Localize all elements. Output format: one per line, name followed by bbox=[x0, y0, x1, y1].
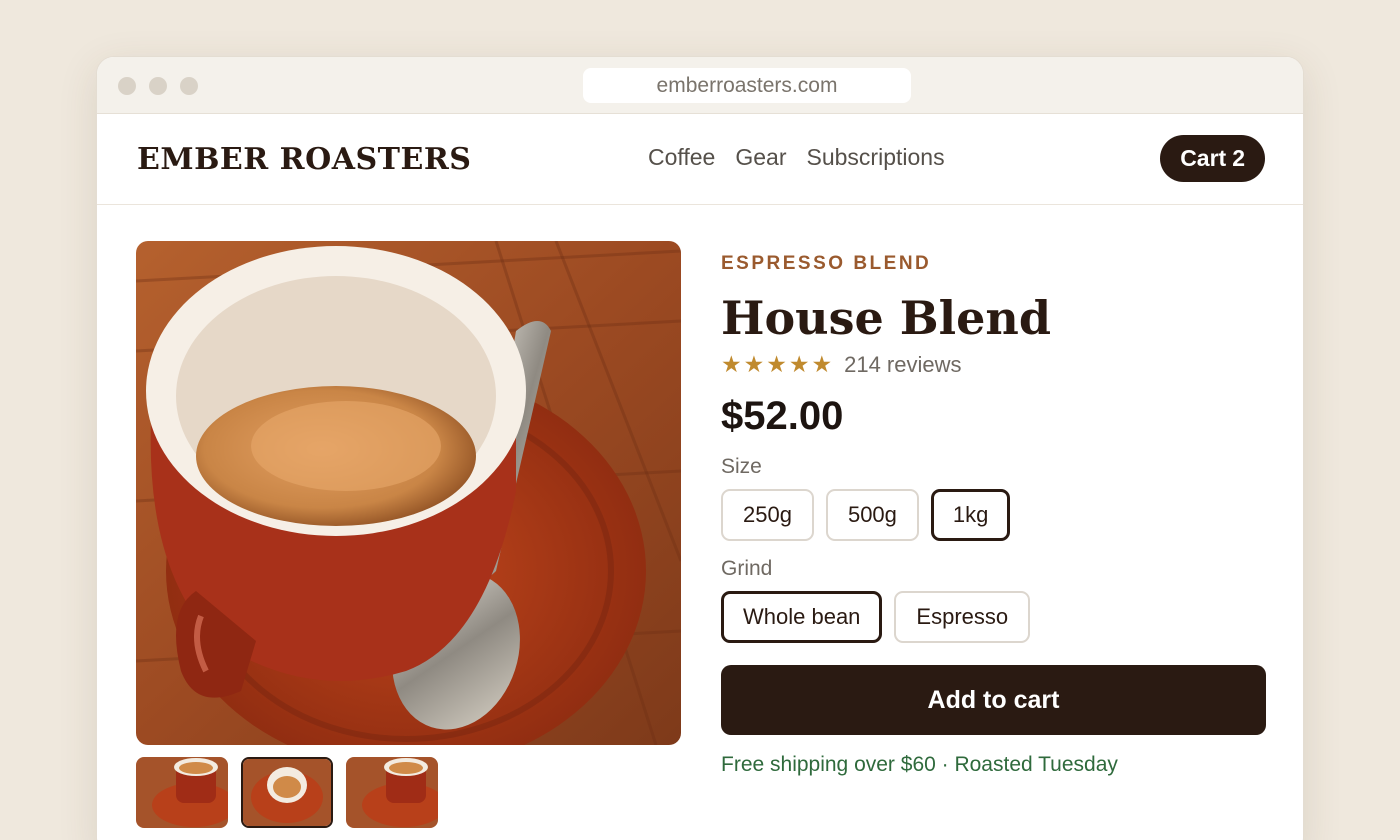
thumbnail-2[interactable] bbox=[241, 757, 333, 828]
cart-label: Cart bbox=[1180, 145, 1227, 171]
add-to-cart-button[interactable]: Add to cart bbox=[721, 665, 1266, 735]
window-maximize-dot[interactable] bbox=[180, 77, 198, 95]
size-option-500g[interactable]: 500g bbox=[825, 489, 919, 541]
reviews-link[interactable]: 214 reviews bbox=[844, 352, 961, 378]
main-nav: Coffee Gear Subscriptions bbox=[648, 144, 945, 171]
product-info: ESPRESSO BLEND House Blend ★★★★★ 214 rev… bbox=[721, 253, 1266, 777]
site-header: EMBER ROASTERS Coffee Gear Subscriptions… bbox=[97, 114, 1303, 205]
grind-options: Whole bean Espresso bbox=[721, 591, 1266, 643]
nav-coffee[interactable]: Coffee bbox=[648, 144, 715, 171]
browser-window: emberroasters.com EMBER ROASTERS Coffee … bbox=[96, 56, 1304, 840]
product-price: $52.00 bbox=[721, 394, 844, 438]
grind-option-espresso[interactable]: Espresso bbox=[894, 591, 1031, 643]
size-option-1kg[interactable]: 1kg bbox=[930, 489, 1011, 541]
window-close-dot[interactable] bbox=[118, 77, 136, 95]
thumbnail-1[interactable] bbox=[136, 757, 228, 828]
grind-option-whole-bean[interactable]: Whole bean bbox=[721, 591, 883, 643]
grind-label: Grind bbox=[721, 557, 773, 580]
size-label: Size bbox=[721, 455, 762, 478]
thumbnail-3[interactable] bbox=[346, 757, 438, 828]
thumbnail-strip bbox=[136, 757, 438, 828]
nav-subscriptions[interactable]: Subscriptions bbox=[807, 144, 945, 171]
size-options: 250g 500g 1kg bbox=[721, 489, 1266, 541]
espresso-thumb-image bbox=[346, 757, 438, 828]
nav-gear[interactable]: Gear bbox=[735, 144, 786, 171]
address-bar[interactable]: emberroasters.com bbox=[583, 68, 911, 103]
espresso-thumb-image bbox=[136, 757, 228, 828]
product-rating: ★★★★★ 214 reviews bbox=[721, 351, 1266, 378]
window-minimize-dot[interactable] bbox=[149, 77, 167, 95]
product-category: ESPRESSO BLEND bbox=[721, 253, 932, 274]
browser-chrome: emberroasters.com bbox=[97, 57, 1303, 114]
site-logo[interactable]: EMBER ROASTERS bbox=[137, 142, 471, 177]
espresso-thumb-image bbox=[243, 759, 331, 826]
espresso-cup-image bbox=[136, 241, 681, 745]
product-main-image[interactable] bbox=[136, 241, 681, 745]
cart-count-badge: 2 bbox=[1232, 145, 1245, 171]
size-option-250g[interactable]: 250g bbox=[721, 489, 814, 541]
rating-stars-icon: ★★★★★ bbox=[721, 351, 835, 377]
shipping-note: Free shipping over $60 · Roasted Tuesday bbox=[721, 753, 1118, 776]
cart-button[interactable]: Cart 2 bbox=[1160, 135, 1265, 182]
product-title: House Blend bbox=[721, 291, 1051, 345]
